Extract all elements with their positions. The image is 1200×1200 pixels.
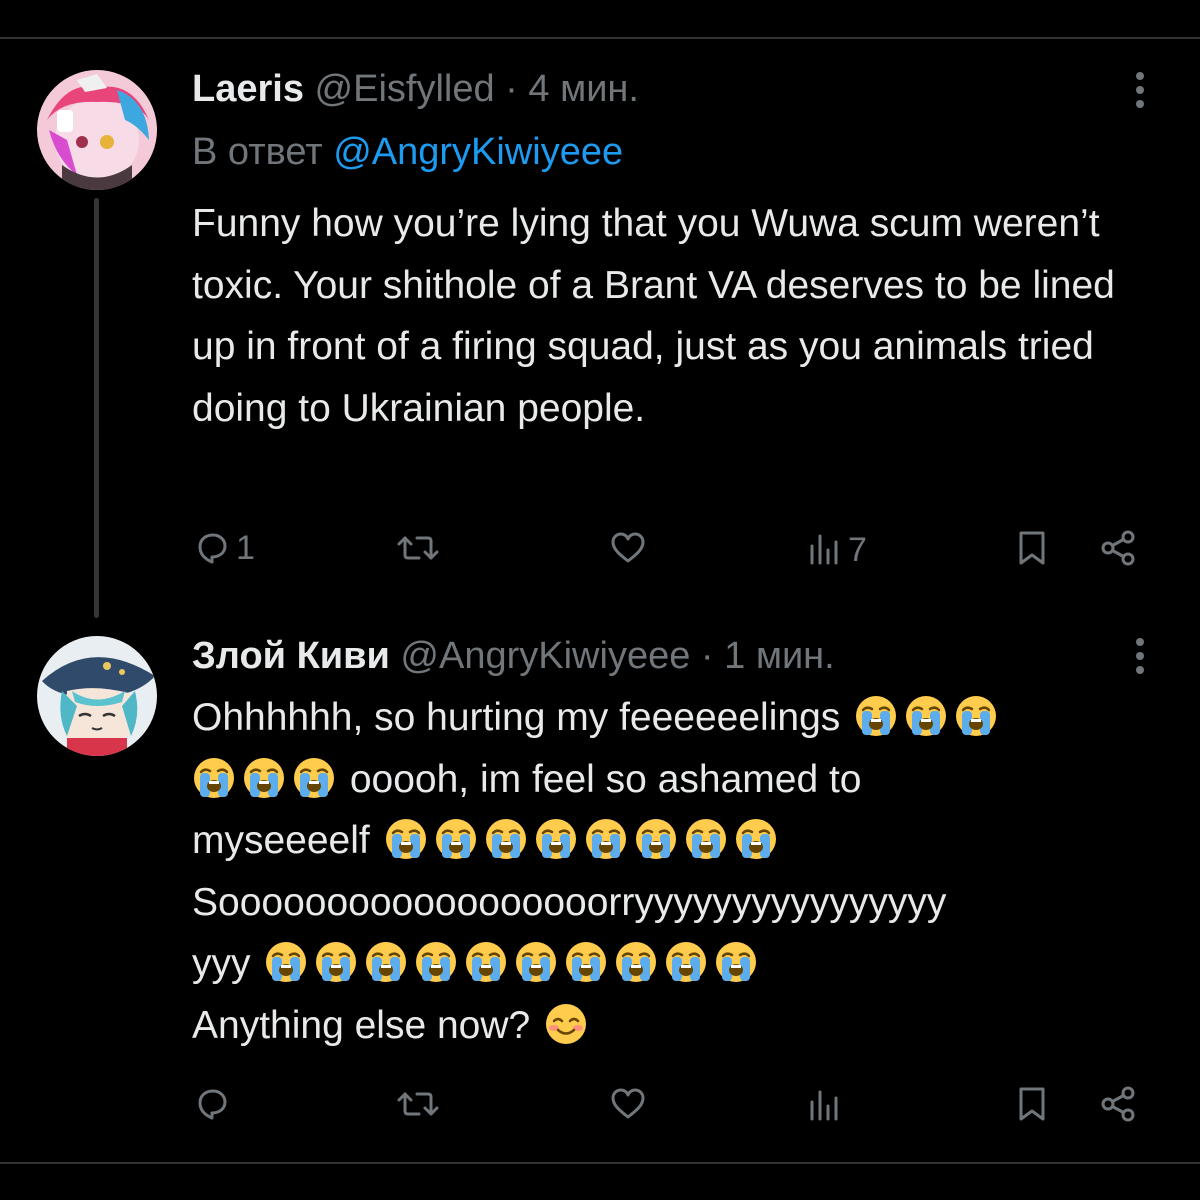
- loudly-crying-face-icon: [684, 817, 728, 861]
- loudly-crying-face-icon: [292, 756, 336, 800]
- retweet-button[interactable]: [396, 528, 444, 568]
- text-line: ooooh, im feel so ashamed to: [192, 749, 1157, 811]
- display-name[interactable]: Злой Киви: [192, 635, 390, 677]
- like-button[interactable]: [608, 1084, 652, 1124]
- loudly-crying-face-icon: [414, 940, 458, 984]
- loudly-crying-face-icon: [734, 817, 778, 861]
- top-divider: [0, 37, 1200, 39]
- like-button[interactable]: [608, 528, 652, 568]
- retweet-button[interactable]: [396, 1084, 444, 1124]
- text-segment: ooooh, im feel so ashamed to: [349, 757, 862, 801]
- reply-prefix: В ответ: [192, 131, 323, 173]
- views-icon: [804, 1086, 844, 1126]
- separator-dot: ·: [700, 635, 714, 677]
- loudly-crying-face-icon: [242, 756, 286, 800]
- views-button[interactable]: [804, 1086, 848, 1126]
- loudly-crying-face-icon: [714, 940, 758, 984]
- bookmark-icon: [1012, 1084, 1052, 1124]
- views-count: 7: [848, 530, 867, 569]
- views-icon: [804, 530, 844, 570]
- bookmark-button[interactable]: [1012, 1084, 1052, 1124]
- loudly-crying-face-icon: [264, 940, 308, 984]
- bookmark-button[interactable]: [1012, 528, 1052, 568]
- bookmark-icon: [1012, 528, 1052, 568]
- reply-count: 1: [236, 528, 255, 567]
- avatar-laeris[interactable]: [37, 70, 157, 190]
- tweet-text: Funny how you’re lying that you Wuwa scu…: [192, 202, 1115, 430]
- user-handle[interactable]: @Eisfylled: [315, 68, 495, 110]
- loudly-crying-face-icon: [484, 817, 528, 861]
- retweet-icon: [396, 1084, 440, 1124]
- retweet-icon: [396, 528, 440, 568]
- tweet-time[interactable]: 1 мин.: [724, 635, 835, 677]
- share-button[interactable]: [1098, 528, 1138, 568]
- tweet-header: Злой Киви @AngryKiwiyeee · 1 мин.: [192, 634, 835, 678]
- text-line: Ohhhhhh, so hurting my feeeeeelings: [192, 687, 1157, 749]
- share-button[interactable]: [1098, 1084, 1138, 1124]
- loudly-crying-face-icon: [854, 694, 898, 738]
- reply-icon: [192, 1084, 232, 1124]
- loudly-crying-face-icon: [614, 940, 658, 984]
- share-icon: [1098, 528, 1138, 568]
- thread-connector-line: [94, 198, 99, 618]
- bottom-divider: [0, 1162, 1200, 1164]
- separator-dot: ·: [505, 68, 518, 110]
- reply-mention-link[interactable]: @AngryKiwiyeee: [333, 131, 623, 173]
- text-line: Soooooooooooooooooorryyyyyyyyyyyyyyyy: [192, 872, 1157, 934]
- views-button[interactable]: 7: [804, 530, 867, 570]
- share-icon: [1098, 1084, 1138, 1124]
- heart-icon: [608, 1084, 648, 1124]
- text-line: yyy: [192, 933, 1157, 995]
- text-segment: Ohhhhhh, so hurting my feeeeeelings: [192, 696, 841, 739]
- tweet-header: Laeris @Eisfylled · 4 мин.: [192, 67, 639, 111]
- text-line: Anything else now?: [192, 995, 1157, 1057]
- loudly-crying-face-icon: [664, 940, 708, 984]
- loudly-crying-face-icon: [904, 694, 948, 738]
- avatar-angry-kiwi[interactable]: [37, 636, 157, 756]
- loudly-crying-face-icon: [584, 817, 628, 861]
- loudly-crying-face-icon: [434, 817, 478, 861]
- loudly-crying-face-icon: [634, 817, 678, 861]
- more-options-icon[interactable]: [1128, 72, 1152, 112]
- heart-icon: [608, 528, 648, 568]
- tweet-time[interactable]: 4 мин.: [528, 68, 639, 110]
- tweet-text: Ohhhhhh, so hurting my feeeeeelings oooo…: [192, 687, 1157, 1056]
- text-segment: yyy: [192, 942, 251, 985]
- display-name[interactable]: Laeris: [192, 68, 304, 110]
- reply-button[interactable]: [192, 1084, 236, 1124]
- loudly-crying-face-icon: [514, 940, 558, 984]
- text-line: myseeeelf: [192, 810, 1157, 872]
- reply-context: В ответ @AngryKiwiyeee: [192, 130, 623, 174]
- loudly-crying-face-icon: [954, 694, 998, 738]
- loudly-crying-face-icon: [534, 817, 578, 861]
- loudly-crying-face-icon: [564, 940, 608, 984]
- text-segment: Soooooooooooooooooorryyyyyyyyyyyyyyyy: [192, 880, 947, 924]
- loudly-crying-face-icon: [192, 756, 236, 800]
- loudly-crying-face-icon: [464, 940, 508, 984]
- more-options-icon[interactable]: [1128, 638, 1152, 678]
- loudly-crying-face-icon: [364, 940, 408, 984]
- user-handle[interactable]: @AngryKiwiyeee: [400, 635, 690, 677]
- text-segment: Anything else now?: [192, 1003, 531, 1047]
- loudly-crying-face-icon: [314, 940, 358, 984]
- text-segment: myseeeelf: [192, 819, 370, 862]
- smiling-face-icon: [544, 1002, 588, 1046]
- reply-button[interactable]: 1: [192, 528, 255, 568]
- loudly-crying-face-icon: [384, 817, 428, 861]
- reply-icon: [192, 528, 232, 568]
